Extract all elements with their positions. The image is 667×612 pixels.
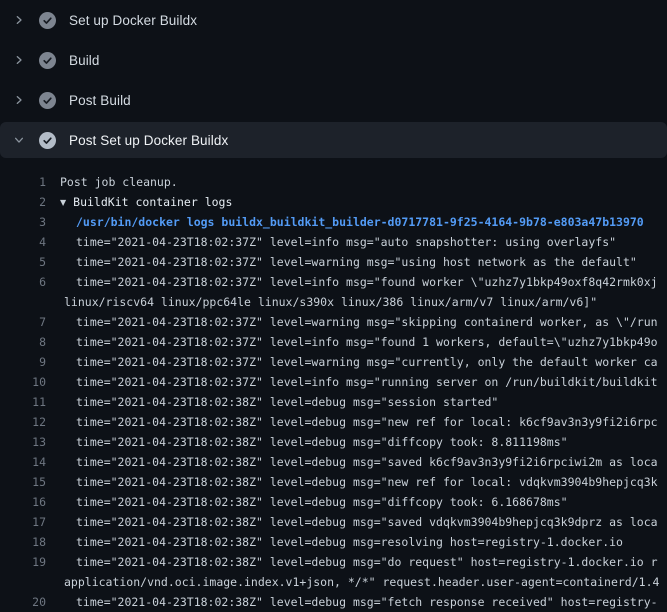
check-circle-icon xyxy=(39,92,56,109)
log-line-number[interactable]: 9 xyxy=(0,352,46,372)
check-circle-icon xyxy=(39,132,56,149)
log-line: 11 time="2021-04-23T18:02:38Z" level=deb… xyxy=(0,392,667,412)
log-line-number[interactable]: 5 xyxy=(0,252,46,272)
log-line-number xyxy=(0,572,46,592)
log-line-text: time="2021-04-23T18:02:38Z" level=debug … xyxy=(76,552,658,572)
step-header-post-build[interactable]: Post Build xyxy=(0,80,667,120)
chevron-down-icon xyxy=(12,133,26,147)
log-line-number[interactable]: 8 xyxy=(0,332,46,352)
log-line-text: linux/riscv64 linux/ppc64le linux/s390x … xyxy=(64,292,597,312)
log-line: 9 time="2021-04-23T18:02:37Z" level=warn… xyxy=(0,352,667,372)
log-line: 1 Post job cleanup. xyxy=(0,172,667,192)
log-line-text: time="2021-04-23T18:02:38Z" level=debug … xyxy=(76,512,658,532)
log-line-text: /usr/bin/docker logs buildx_buildkit_bui… xyxy=(76,212,644,232)
log-line: 8 time="2021-04-23T18:02:37Z" level=info… xyxy=(0,332,667,352)
log-line-text: time="2021-04-23T18:02:38Z" level=debug … xyxy=(76,532,623,552)
chevron-right-icon xyxy=(12,53,26,67)
log-line-number[interactable]: 6 xyxy=(0,272,46,292)
log-line-number[interactable]: 18 xyxy=(0,532,46,552)
step-header-set-up-docker-buildx[interactable]: Set up Docker Buildx xyxy=(0,0,667,40)
log-line-number[interactable]: 1 xyxy=(0,172,46,192)
step-list: Set up Docker Buildx Build P xyxy=(0,0,667,158)
step-label: Build xyxy=(69,53,100,68)
log-line-text: time="2021-04-23T18:02:38Z" level=debug … xyxy=(76,432,568,452)
log-line-number[interactable]: 12 xyxy=(0,412,46,432)
log-line-number[interactable]: 20 xyxy=(0,592,46,612)
log-line: 16 time="2021-04-23T18:02:38Z" level=deb… xyxy=(0,492,667,512)
log-line: 7 time="2021-04-23T18:02:37Z" level=warn… xyxy=(0,312,667,332)
step-header-post-set-up-docker-buildx[interactable]: Post Set up Docker Buildx xyxy=(0,122,667,158)
log-line-text: time="2021-04-23T18:02:38Z" level=debug … xyxy=(76,592,658,612)
log-line-text: application/vnd.oci.image.index.v1+json,… xyxy=(64,572,659,592)
log-line-number xyxy=(0,292,46,312)
step-label: Post Build xyxy=(69,93,131,108)
log-line-number[interactable]: 15 xyxy=(0,472,46,492)
log-line-number[interactable]: 14 xyxy=(0,452,46,472)
log-line: 17 time="2021-04-23T18:02:38Z" level=deb… xyxy=(0,512,667,532)
log-line: 6 time="2021-04-23T18:02:37Z" level=info… xyxy=(0,272,667,292)
log-line-text: time="2021-04-23T18:02:38Z" level=debug … xyxy=(76,412,658,432)
log-line-number[interactable]: 19 xyxy=(0,552,46,572)
log-line-text: time="2021-04-23T18:02:38Z" level=debug … xyxy=(76,492,568,512)
log-line-text: Post job cleanup. xyxy=(60,172,178,192)
log-line: 13 time="2021-04-23T18:02:38Z" level=deb… xyxy=(0,432,667,452)
log-line: 19 time="2021-04-23T18:02:38Z" level=deb… xyxy=(0,552,667,572)
log-line: 5 time="2021-04-23T18:02:37Z" level=warn… xyxy=(0,252,667,272)
log-line-number[interactable]: 16 xyxy=(0,492,46,512)
log-line-number[interactable]: 4 xyxy=(0,232,46,252)
log-line-text: time="2021-04-23T18:02:37Z" level=warnin… xyxy=(76,252,637,272)
log-line-number[interactable]: 3 xyxy=(0,212,46,232)
log-line-number[interactable]: 11 xyxy=(0,392,46,412)
step-header-build[interactable]: Build xyxy=(0,40,667,80)
log-line: 4 time="2021-04-23T18:02:37Z" level=info… xyxy=(0,232,667,252)
log-line: 10 time="2021-04-23T18:02:37Z" level=inf… xyxy=(0,372,667,392)
log-line: 2 ▼BuildKit container logs xyxy=(0,192,667,212)
chevron-right-icon xyxy=(12,13,26,27)
log-line: 3 /usr/bin/docker logs buildx_buildkit_b… xyxy=(0,212,667,232)
log-line: 14 time="2021-04-23T18:02:38Z" level=deb… xyxy=(0,452,667,472)
log-line-text: time="2021-04-23T18:02:38Z" level=debug … xyxy=(76,452,658,472)
log-line-text: time="2021-04-23T18:02:37Z" level=info m… xyxy=(76,232,616,252)
log-line: 20 time="2021-04-23T18:02:38Z" level=deb… xyxy=(0,592,667,612)
check-circle-icon xyxy=(39,52,56,69)
log-line: 12 time="2021-04-23T18:02:38Z" level=deb… xyxy=(0,412,667,432)
log-line: 18 time="2021-04-23T18:02:38Z" level=deb… xyxy=(0,532,667,552)
log-group-toggle[interactable]: ▼BuildKit container logs xyxy=(60,192,232,212)
check-circle-icon xyxy=(39,12,56,29)
log-area: 1 Post job cleanup. 2 ▼BuildKit containe… xyxy=(0,158,667,612)
log-line-number[interactable]: 7 xyxy=(0,312,46,332)
log-line-text: time="2021-04-23T18:02:38Z" level=debug … xyxy=(76,472,658,492)
log-line-number[interactable]: 2 xyxy=(0,192,46,212)
log-line-text: time="2021-04-23T18:02:37Z" level=info m… xyxy=(76,332,658,352)
log-line: linux/riscv64 linux/ppc64le linux/s390x … xyxy=(0,292,667,312)
log-line-text: time="2021-04-23T18:02:37Z" level=info m… xyxy=(76,372,658,392)
triangle-down-icon: ▼ xyxy=(60,193,66,213)
chevron-right-icon xyxy=(12,93,26,107)
log-line-number[interactable]: 10 xyxy=(0,372,46,392)
step-label: Post Set up Docker Buildx xyxy=(69,133,228,148)
log-line-number[interactable]: 13 xyxy=(0,432,46,452)
log-line-text: time="2021-04-23T18:02:37Z" level=warnin… xyxy=(76,312,658,332)
step-label: Set up Docker Buildx xyxy=(69,13,197,28)
log-line-text: time="2021-04-23T18:02:38Z" level=debug … xyxy=(76,392,498,412)
log-line-text: time="2021-04-23T18:02:37Z" level=warnin… xyxy=(76,352,658,372)
log-line: 15 time="2021-04-23T18:02:38Z" level=deb… xyxy=(0,472,667,492)
log-line-number[interactable]: 17 xyxy=(0,512,46,532)
log-line: application/vnd.oci.image.index.v1+json,… xyxy=(0,572,667,592)
log-line-text: time="2021-04-23T18:02:37Z" level=info m… xyxy=(76,272,658,292)
